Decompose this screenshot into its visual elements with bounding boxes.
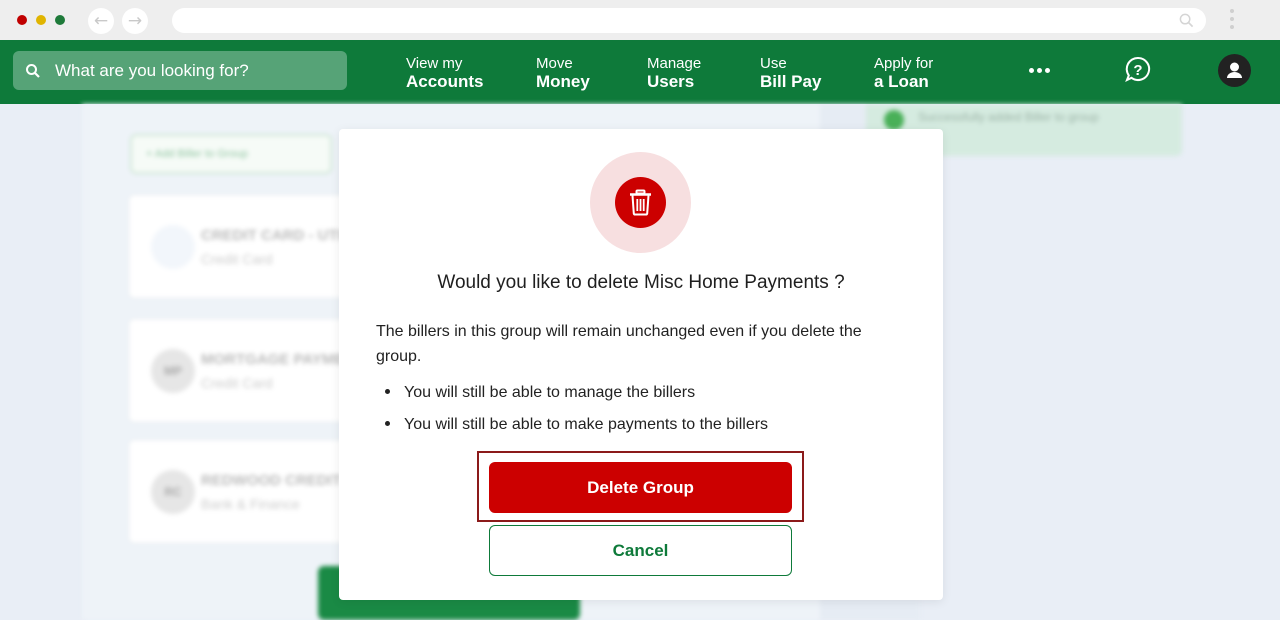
nav-apply-loan[interactable]: Apply for a Loan (874, 55, 933, 91)
cancel-button[interactable]: Cancel (489, 525, 792, 576)
nav-label-line2: Accounts (406, 72, 484, 91)
svg-text:?: ? (1133, 62, 1142, 79)
nav-bill-pay[interactable]: Use Bill Pay (760, 55, 821, 91)
nav-move-money[interactable]: Move Money (536, 55, 590, 91)
toast-text: Successfully added Biller to group (918, 110, 1099, 124)
dialog-title: Would you like to delete Misc Home Payme… (437, 272, 845, 293)
icon-halo (590, 152, 691, 253)
search-icon (26, 63, 40, 78)
arrow-left-icon[interactable]: ← (88, 8, 114, 34)
delete-group-dialog: Would you like to delete Misc Home Payme… (339, 129, 943, 600)
nav-view-accounts[interactable]: View my Accounts (406, 55, 483, 91)
biller-type: Credit Card (201, 375, 273, 391)
top-navigation: What are you looking for? View my Accoun… (0, 40, 1280, 104)
nav-label-line1: Move (536, 55, 573, 72)
biller-logo (151, 225, 195, 269)
search-icon (1179, 13, 1194, 28)
biller-name: MORTGAGE PAYME (201, 351, 345, 368)
trash-icon (615, 177, 666, 228)
biller-type: Bank & Finance (201, 496, 300, 512)
user-avatar-icon[interactable] (1218, 54, 1251, 87)
bullet-text: You will still be able to manage the bil… (404, 384, 696, 401)
list-item: You will still be able to manage the bil… (376, 384, 695, 402)
nav-label-line1: Manage (647, 55, 702, 72)
list-item: You will still be able to make payments … (376, 416, 768, 434)
arrow-right-icon[interactable]: → (122, 8, 148, 34)
biller-name: CREDIT CARD - UTI (201, 227, 342, 244)
nav-manage-users[interactable]: Manage Users (647, 55, 701, 91)
bullet-text: You will still be able to make payments … (404, 416, 769, 433)
biller-name: REDWOOD CREDIT (201, 472, 341, 489)
dialog-body: The billers in this group will remain un… (376, 323, 862, 365)
add-biller-to-group-select[interactable]: + Add Biller to Group (130, 134, 332, 174)
nav-label-line1: View my (406, 55, 463, 72)
kebab-menu-icon[interactable] (1229, 9, 1235, 33)
bullet-dot (385, 421, 390, 426)
search-input[interactable]: What are you looking for? (13, 51, 347, 90)
nav-label-line1: Use (760, 55, 787, 72)
nav-label-line2: a Loan (874, 72, 929, 91)
success-icon (884, 110, 904, 130)
maximize-window-dot[interactable] (55, 15, 65, 25)
biller-type: Credit Card (201, 251, 273, 267)
nav-label-line2: Bill Pay (760, 72, 822, 91)
nav-label-line1: Apply for (874, 55, 934, 72)
more-horizontal-icon[interactable] (1029, 68, 1050, 73)
bullet-dot (385, 389, 390, 394)
nav-label-line2: Users (647, 72, 695, 91)
help-chat-icon[interactable]: ? (1123, 55, 1153, 85)
close-window-dot[interactable] (17, 15, 27, 25)
minimize-window-dot[interactable] (36, 15, 46, 25)
biller-avatar: MP (151, 349, 195, 393)
browser-chrome: ← → (0, 0, 1280, 40)
delete-group-button[interactable]: Delete Group (489, 462, 792, 513)
url-bar[interactable] (172, 8, 1206, 33)
search-placeholder: What are you looking for? (55, 60, 249, 80)
biller-avatar: RC (151, 470, 195, 514)
nav-label-line2: Money (536, 72, 590, 91)
